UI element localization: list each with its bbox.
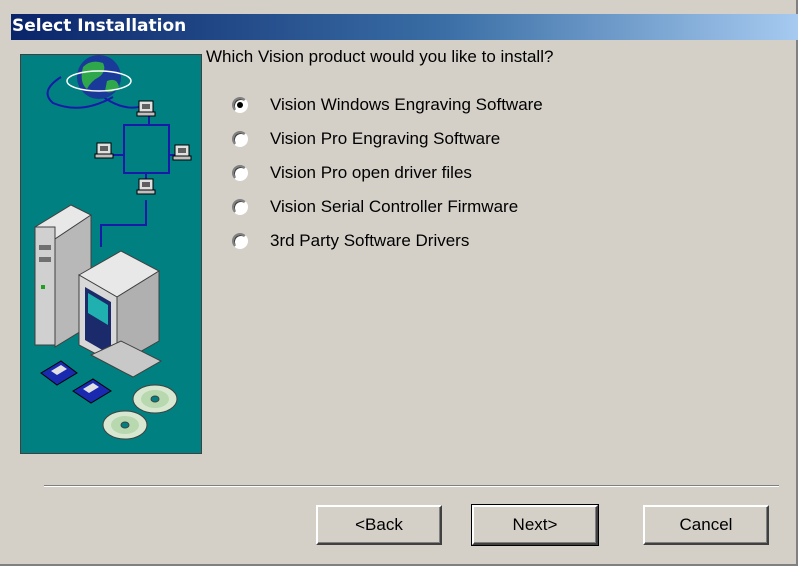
workstation-icon xyxy=(94,142,114,159)
option-label[interactable]: Vision Serial Controller Firmware xyxy=(270,197,518,217)
next-button[interactable]: Next> xyxy=(471,504,599,546)
radio-button[interactable] xyxy=(232,131,248,147)
option-third-party-drivers[interactable]: 3rd Party Software Drivers xyxy=(232,231,652,255)
monitor-icon xyxy=(77,250,163,378)
floppy-disk-icon xyxy=(72,378,112,404)
option-serial-firmware[interactable]: Vision Serial Controller Firmware xyxy=(232,197,652,221)
installer-window: Select Installation Which Vision product… xyxy=(0,0,798,566)
back-button[interactable]: <Back xyxy=(316,505,442,545)
workstation-icon xyxy=(172,144,192,161)
separator xyxy=(44,485,779,487)
cancel-button[interactable]: Cancel xyxy=(643,505,769,545)
option-windows-engraving[interactable]: Vision Windows Engraving Software xyxy=(232,95,652,119)
floppy-disk-icon xyxy=(40,360,78,386)
radio-button[interactable] xyxy=(232,165,248,181)
option-label[interactable]: Vision Pro Engraving Software xyxy=(270,129,500,149)
install-question: Which Vision product would you like to i… xyxy=(206,47,554,66)
option-label[interactable]: Vision Pro open driver files xyxy=(270,163,472,183)
option-label[interactable]: 3rd Party Software Drivers xyxy=(270,231,469,251)
radio-button[interactable] xyxy=(232,233,248,249)
cd-icon xyxy=(132,384,178,414)
title-bar[interactable]: Select Installation xyxy=(11,14,798,40)
workstation-icon xyxy=(136,100,156,117)
workstation-icon xyxy=(136,178,156,195)
window-title: Select Installation xyxy=(12,16,187,36)
radio-button[interactable] xyxy=(232,199,248,215)
option-pro-open-driver[interactable]: Vision Pro open driver files xyxy=(232,163,652,187)
network-computer-illustration xyxy=(20,54,202,454)
illustration-art xyxy=(34,55,192,440)
radio-selected-dot xyxy=(237,102,243,108)
globe-icon xyxy=(66,55,132,99)
option-pro-engraving[interactable]: Vision Pro Engraving Software xyxy=(232,129,652,153)
cd-icon xyxy=(102,410,148,440)
option-label[interactable]: Vision Windows Engraving Software xyxy=(270,95,543,115)
radio-button[interactable] xyxy=(232,97,248,113)
